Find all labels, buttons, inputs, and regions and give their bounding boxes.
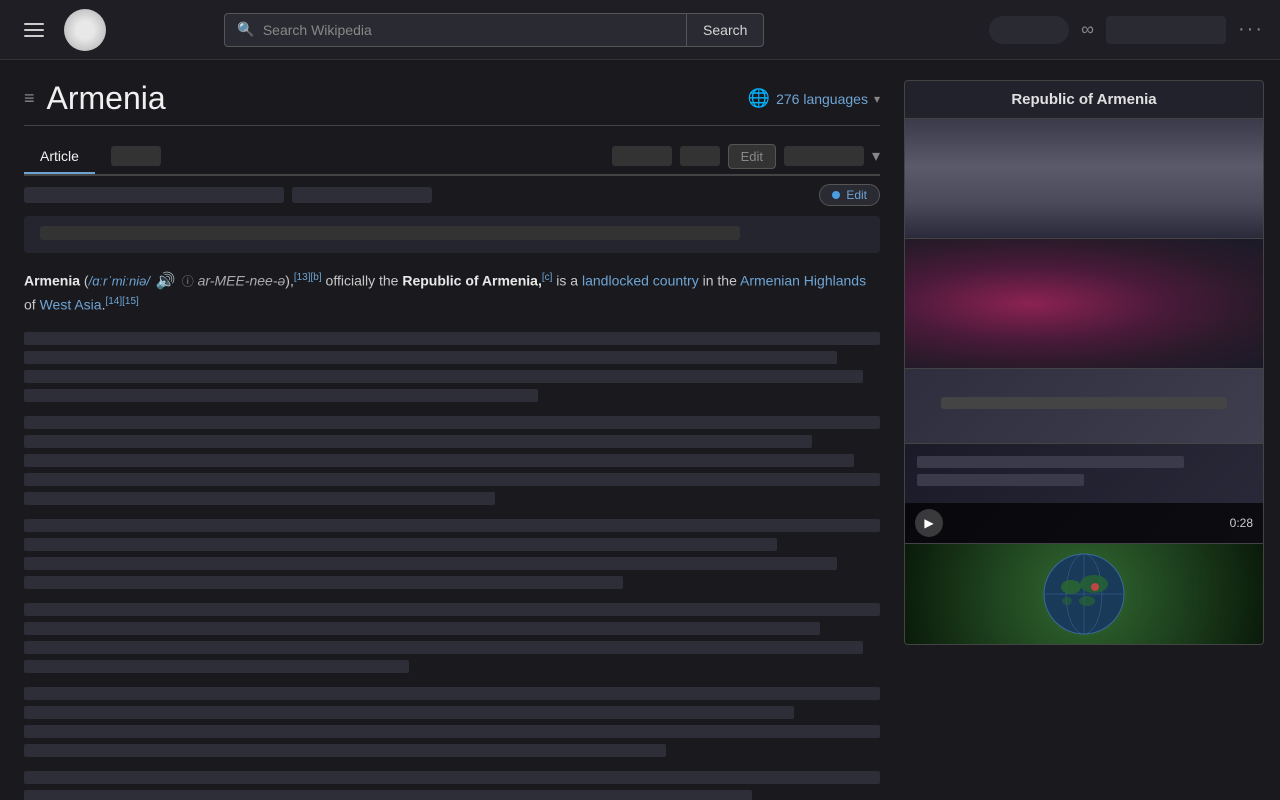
toc-icon[interactable]: ≡ [24, 88, 35, 109]
link-landlocked[interactable]: landlocked country [582, 273, 699, 289]
tab-blurred-3 [784, 146, 864, 166]
blurred-paragraph-6 [24, 771, 880, 800]
cite-c[interactable]: [c] [542, 272, 553, 283]
search-input[interactable] [263, 22, 674, 38]
link-armenian-highlands[interactable]: Armenian Highlands [740, 273, 866, 289]
video-caption [917, 456, 1251, 492]
cite-14[interactable]: [14] [105, 296, 122, 307]
infobox-image-1 [905, 119, 1263, 239]
infobox-globe-image [905, 544, 1263, 644]
header-extra-link[interactable] [1106, 16, 1226, 44]
edit-button[interactable]: Edit [728, 144, 776, 169]
pronunciation-text: /ɑːrˈmiːniə/ [89, 274, 150, 289]
article-main: ≡ Armenia 🌐 276 languages ▾ Article Edit… [0, 60, 904, 800]
info-bar: Edit [24, 184, 880, 206]
blurred-paragraph-4 [24, 603, 880, 673]
info-bar-text-2 [292, 187, 432, 203]
tab-blurred-1 [612, 146, 672, 166]
video-timestamp: 0:28 [1230, 516, 1253, 530]
info-circle-icon[interactable]: ⓘ [182, 275, 194, 289]
video-caption-line-1 [917, 456, 1184, 468]
article-name-bold: Armenia [24, 273, 80, 289]
tabs-right-actions: Edit ▾ [612, 144, 880, 169]
cite-b[interactable]: [b] [311, 272, 322, 283]
chevron-down-icon: ▾ [874, 92, 880, 106]
language-count-label: 276 languages [776, 91, 868, 107]
language-icon: 🌐 [748, 88, 770, 109]
article-intro-paragraph: Armenia (/ɑːrˈmiːniə/ 🔊 ⓘ ar-MEE-nee-ə),… [24, 269, 880, 318]
tabs-more-chevron[interactable]: ▾ [872, 146, 880, 166]
blurred-paragraph-5 [24, 687, 880, 757]
video-play-button[interactable]: ▶ [915, 509, 943, 537]
page-content: ≡ Armenia 🌐 276 languages ▾ Article Edit… [0, 60, 1280, 800]
infobox: Republic of Armenia ▶ 0:28 [904, 80, 1264, 645]
edit-top-button[interactable]: Edit [819, 184, 880, 206]
header-right: ∞ ··· [989, 16, 1264, 44]
search-button[interactable]: Search [686, 13, 764, 47]
article-tabs: Article Edit ▾ [24, 138, 880, 176]
tab-article[interactable]: Article [24, 140, 95, 172]
link-west-asia[interactable]: West Asia [40, 297, 102, 313]
infinity-icon: ∞ [1081, 19, 1094, 40]
language-button[interactable]: 🌐 276 languages ▾ [748, 88, 880, 109]
edit-dot-icon [832, 191, 840, 199]
infobox-title: Republic of Armenia [905, 81, 1263, 119]
infobox-image-2 [905, 239, 1263, 369]
pronunciation-romanized: ar-MEE-nee-ə [198, 273, 286, 289]
article-title-row: ≡ Armenia 🌐 276 languages ▾ [24, 80, 880, 126]
globe-svg [1039, 549, 1129, 639]
description-bar [24, 216, 880, 253]
search-icon: 🔍 [237, 21, 254, 38]
article-body: Armenia (/ɑːrˈmiːniə/ 🔊 ⓘ ar-MEE-nee-ə),… [24, 269, 880, 800]
tab-talk[interactable] [95, 138, 177, 174]
infobox-video: ▶ 0:28 [905, 444, 1263, 544]
user-pill[interactable] [989, 16, 1069, 44]
site-header: 🔍 Search ∞ ··· [0, 0, 1280, 60]
tab-blurred-2 [680, 146, 720, 166]
video-caption-line-2 [917, 474, 1084, 486]
audio-play-button[interactable]: 🔊 [154, 271, 178, 291]
page-title: Armenia [47, 80, 166, 117]
official-name-bold: Republic of Armenia, [402, 273, 542, 289]
blurred-paragraph-2 [24, 416, 880, 505]
cite-13[interactable]: [13] [294, 272, 311, 283]
search-input-wrapper: 🔍 [224, 13, 686, 47]
search-form: 🔍 Search [224, 13, 764, 47]
edit-btn-label: Edit [846, 188, 867, 202]
tab-talk-label [111, 146, 161, 166]
blurred-paragraph-1 [24, 332, 880, 402]
more-options-icon[interactable]: ··· [1238, 18, 1264, 41]
blurred-paragraph-3 [24, 519, 880, 589]
wikipedia-logo[interactable] [64, 9, 106, 51]
cite-15[interactable]: [15] [122, 296, 139, 307]
video-controls: ▶ 0:28 [905, 503, 1263, 543]
info-bar-text [24, 187, 284, 203]
title-left: ≡ Armenia [24, 80, 166, 117]
infobox-image-3 [905, 369, 1263, 444]
description-text [40, 226, 740, 240]
menu-button[interactable] [16, 15, 52, 45]
